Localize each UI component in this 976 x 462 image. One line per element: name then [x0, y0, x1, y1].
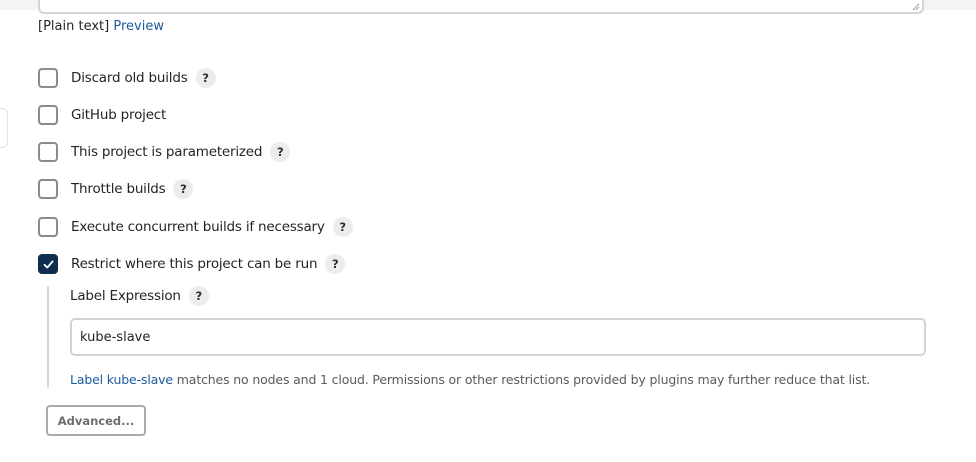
help-icon[interactable]: ?: [270, 142, 291, 162]
preview-link[interactable]: Preview: [113, 19, 164, 34]
concurrent-builds-label[interactable]: Execute concurrent builds if necessary: [71, 219, 325, 235]
concurrent-builds-checkbox[interactable]: [38, 217, 58, 237]
throttle-builds-label[interactable]: Throttle builds: [71, 181, 166, 197]
help-icon[interactable]: ?: [332, 217, 353, 237]
option-github-project: GitHub project: [38, 103, 166, 127]
label-link[interactable]: Label kube-slave: [70, 372, 173, 387]
github-project-checkbox[interactable]: [38, 105, 58, 125]
github-project-label[interactable]: GitHub project: [71, 107, 166, 123]
parameterized-label[interactable]: This project is parameterized: [71, 144, 262, 160]
help-icon[interactable]: ?: [188, 286, 209, 306]
help-icon[interactable]: ?: [173, 179, 194, 199]
description-format-row: [Plain text] Preview: [38, 18, 164, 36]
option-throttle-builds: Throttle builds ?: [38, 177, 194, 201]
restrict-project-checkbox[interactable]: [38, 254, 58, 274]
discard-old-builds-checkbox[interactable]: [38, 68, 58, 88]
option-concurrent-builds: Execute concurrent builds if necessary ?: [38, 215, 353, 239]
option-discard-old-builds: Discard old builds ?: [38, 66, 216, 90]
nested-section-indicator: [47, 286, 49, 388]
label-expression-input[interactable]: [70, 318, 926, 356]
option-parameterized: This project is parameterized ?: [38, 140, 291, 164]
description-textarea[interactable]: [38, 0, 924, 14]
parameterized-checkbox[interactable]: [38, 142, 58, 162]
option-restrict-project: Restrict where this project can be run ?: [38, 252, 346, 276]
restrict-project-label[interactable]: Restrict where this project can be run: [71, 256, 318, 272]
discard-old-builds-label[interactable]: Discard old builds: [71, 70, 188, 86]
validation-text: matches no nodes and 1 cloud. Permission…: [172, 372, 871, 387]
label-expression-header: Label Expression ?: [70, 285, 209, 307]
checkmark-icon: [43, 260, 54, 269]
label-validation-message: Label kube-slave matches no nodes and 1 …: [70, 372, 870, 387]
throttle-builds-checkbox[interactable]: [38, 179, 58, 199]
advanced-button[interactable]: Advanced...: [46, 405, 146, 436]
help-icon[interactable]: ?: [325, 254, 346, 274]
label-expression-title: Label Expression: [70, 288, 181, 304]
side-panel-edge: [0, 108, 8, 148]
resize-grip-icon[interactable]: [911, 2, 920, 11]
help-icon[interactable]: ?: [195, 68, 216, 88]
plain-text-label: [Plain text]: [38, 19, 110, 34]
